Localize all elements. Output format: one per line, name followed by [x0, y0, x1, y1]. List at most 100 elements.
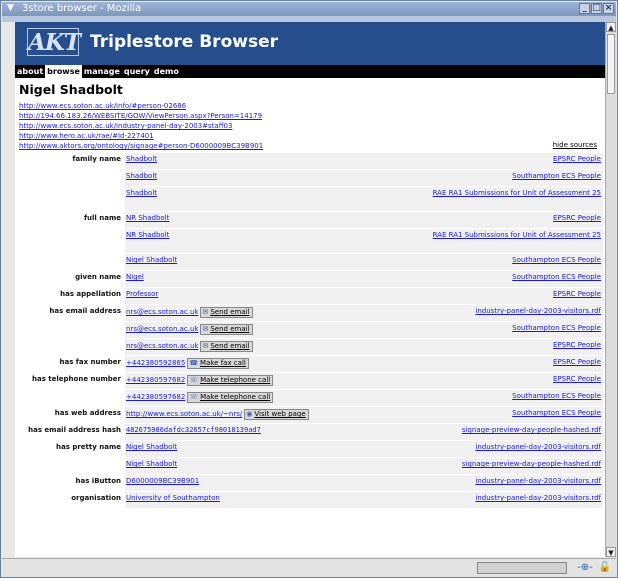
source-cell: industry-panel-day-2003-visitors.rdf	[403, 441, 603, 457]
property-value-link[interactable]: Nigel Shadbolt	[126, 443, 177, 451]
source-cell: RAE RA1 Submissions for Unit of Assessme…	[403, 229, 603, 253]
table-row: NR Shadbolt RAE RA1 Submissions for Unit …	[17, 229, 603, 253]
sources-list: http://www.ecs.soton.ac.uk/info/#person-…	[19, 101, 601, 151]
source-link[interactable]: signage-preview-day-people-hashed.rdf	[462, 460, 601, 468]
table-row: full name NR Shadbolt EPSRC People	[17, 212, 603, 228]
source-link[interactable]: Southampton ECS People	[512, 392, 601, 400]
source-link[interactable]: Southampton ECS People	[512, 172, 601, 180]
button-label: Send email	[210, 342, 250, 350]
source-link[interactable]: industry-panel-day-2003-visitors.rdf	[475, 477, 601, 485]
property-value-link[interactable]: http://www.ecs.soton.ac.uk/~nrs/	[126, 410, 242, 418]
scroll-thumb[interactable]	[607, 34, 615, 94]
table-row: organisation University of Southampton ind…	[17, 492, 603, 508]
send-email-button[interactable]: ✉ Send email	[200, 324, 253, 335]
property-value-link[interactable]: nrs@ecs.soton.ac.uk	[126, 325, 198, 333]
property-value-cell: 482675986dafdc32657cf98018139ad7	[125, 424, 403, 440]
scroll-up-icon[interactable]: ▲	[606, 22, 616, 32]
nav-manage[interactable]: manage	[82, 65, 122, 78]
make-telephone-call-button[interactable]: ☏ Make telephone call	[187, 375, 274, 386]
source-link[interactable]: RAE RA1 Submissions for Unit of Assessme…	[433, 189, 601, 197]
table-row: has email address nrs@ecs.soton.ac.uk ✉ Sen…	[17, 305, 603, 321]
property-value-cell: nrs@ecs.soton.ac.uk ✉ Send email	[125, 322, 403, 338]
source-link[interactable]: Southampton ECS People	[512, 273, 601, 281]
property-value-link[interactable]: nrs@ecs.soton.ac.uk	[126, 308, 198, 316]
source-cell: EPSRC People	[403, 288, 603, 304]
property-value-link[interactable]: NR Shadbolt	[126, 231, 169, 239]
source-link[interactable]: EPSRC People	[553, 341, 601, 349]
property-value-cell: Professor	[125, 288, 403, 304]
property-value-link[interactable]: Professor	[126, 290, 158, 298]
source-link[interactable]: http://www.ecs.soton.ac.uk/info/#person-…	[19, 101, 601, 111]
property-value-link[interactable]: NR Shadbolt	[126, 214, 169, 222]
visit-web-page-button[interactable]: ◉ Visit web page	[244, 409, 309, 420]
property-value-cell: Nigel Shadbolt	[125, 441, 403, 457]
source-link[interactable]: Southampton ECS People	[512, 256, 601, 264]
source-link[interactable]: Southampton ECS People	[512, 324, 601, 332]
vertical-scrollbar[interactable]: ▲ ▼	[605, 22, 616, 557]
property-value-link[interactable]: Shadbolt	[126, 189, 157, 197]
window-menu-icon[interactable]: ▼	[5, 3, 16, 14]
source-link[interactable]: EPSRC People	[553, 155, 601, 163]
source-link[interactable]: industry-panel-day-2003-visitors.rdf	[475, 307, 601, 315]
button-label: Make fax call	[200, 359, 246, 367]
hide-sources-link[interactable]: hide sources	[553, 141, 597, 149]
table-row: nrs@ecs.soton.ac.uk ✉ Send email EPSRC Peop…	[17, 339, 603, 355]
source-link[interactable]: http://www.aktors.org/ontology/signage#p…	[19, 141, 601, 151]
security-lock-icon[interactable]: 🔓	[598, 562, 612, 574]
nav-about[interactable]: about	[15, 65, 45, 78]
table-row: has fax number +442380592865 ☎ Make fax cal…	[17, 356, 603, 372]
source-cell: RAE RA1 Submissions for Unit of Assessme…	[403, 187, 603, 211]
nav-query[interactable]: query	[122, 65, 152, 78]
status-bar: -⊕- 🔓	[2, 558, 616, 577]
send-email-button[interactable]: ✉ Send email	[200, 307, 253, 318]
minimize-icon[interactable]: _	[579, 3, 590, 14]
source-link[interactable]: Southampton ECS People	[512, 409, 601, 417]
source-link[interactable]: EPSRC People	[553, 375, 601, 383]
property-value-link[interactable]: Nigel Shadbolt	[126, 256, 177, 264]
property-value-link[interactable]: Nigel	[126, 273, 144, 281]
table-row: has iButton D6000009BC39B901 industry-pane…	[17, 475, 603, 491]
property-label: has email address	[49, 307, 121, 315]
browser-window: ▼ 3store browser - Mozilla _ □ × AKT Tri…	[0, 0, 618, 578]
source-link[interactable]: RAE RA1 Submissions for Unit of Assessme…	[433, 231, 601, 239]
source-link[interactable]: http://www.ecs.soton.ac.uk/industry-pane…	[19, 121, 601, 131]
property-value-link[interactable]: D6000009BC39B901	[126, 477, 199, 485]
property-label: has iButton	[75, 477, 121, 485]
table-row: Shadbolt RAE RA1 Submissions for Unit of …	[17, 187, 603, 211]
property-value-link[interactable]: +442380597682	[126, 376, 185, 384]
property-value-link[interactable]: 482675986dafdc32657cf98018139ad7	[126, 426, 261, 434]
property-value-link[interactable]: nrs@ecs.soton.ac.uk	[126, 342, 198, 350]
button-label: Visit web page	[254, 410, 306, 418]
window-controls: _ □ ×	[579, 3, 614, 14]
source-link[interactable]: EPSRC People	[553, 290, 601, 298]
property-value-link[interactable]: +442380597682	[126, 393, 185, 401]
table-row: +442380597682 ☏ Make telephone call Southam…	[17, 390, 603, 406]
property-value-link[interactable]: Shadbolt	[126, 172, 157, 180]
scroll-down-icon[interactable]: ▼	[606, 547, 616, 557]
property-value-link[interactable]: Shadbolt	[126, 155, 157, 163]
make-fax-call-button[interactable]: ☎ Make fax call	[187, 358, 249, 369]
maximize-icon[interactable]: □	[591, 3, 602, 14]
property-value-cell: Shadbolt	[125, 187, 403, 211]
source-link[interactable]: industry-panel-day-2003-visitors.rdf	[475, 443, 601, 451]
make-telephone-call-button[interactable]: ☏ Make telephone call	[187, 392, 274, 403]
source-link[interactable]: EPSRC People	[553, 358, 601, 366]
nav-demo[interactable]: demo	[152, 65, 181, 78]
send-email-button[interactable]: ✉ Send email	[200, 341, 253, 352]
property-label	[17, 458, 125, 474]
nav-browse[interactable]: browse	[45, 65, 82, 78]
source-link[interactable]: http://194.66.183.26/WEBSITE/GOW/ViewPer…	[19, 111, 601, 121]
source-link[interactable]: EPSRC People	[553, 214, 601, 222]
property-value-link[interactable]: University of Southampton	[126, 494, 220, 502]
property-value-link[interactable]: +442380592865	[126, 359, 185, 367]
source-link[interactable]: http://www.hero.ac.uk/rae/#Id-227401	[19, 131, 601, 141]
akt-logo: AKT	[27, 28, 81, 56]
close-icon[interactable]: ×	[603, 3, 614, 14]
source-link[interactable]: industry-panel-day-2003-visitors.rdf	[475, 494, 601, 502]
property-value-link[interactable]: Nigel Shadbolt	[126, 460, 177, 468]
source-link[interactable]: signage-preview-day-people-hashed.rdf	[462, 426, 601, 434]
source-cell: Southampton ECS People	[403, 170, 603, 186]
title-bar[interactable]: ▼ 3store browser - Mozilla _ □ ×	[2, 2, 616, 16]
property-label: has appellation	[60, 290, 121, 298]
property-value-cell: http://www.ecs.soton.ac.uk/~nrs/◉ Visit w…	[125, 407, 403, 423]
